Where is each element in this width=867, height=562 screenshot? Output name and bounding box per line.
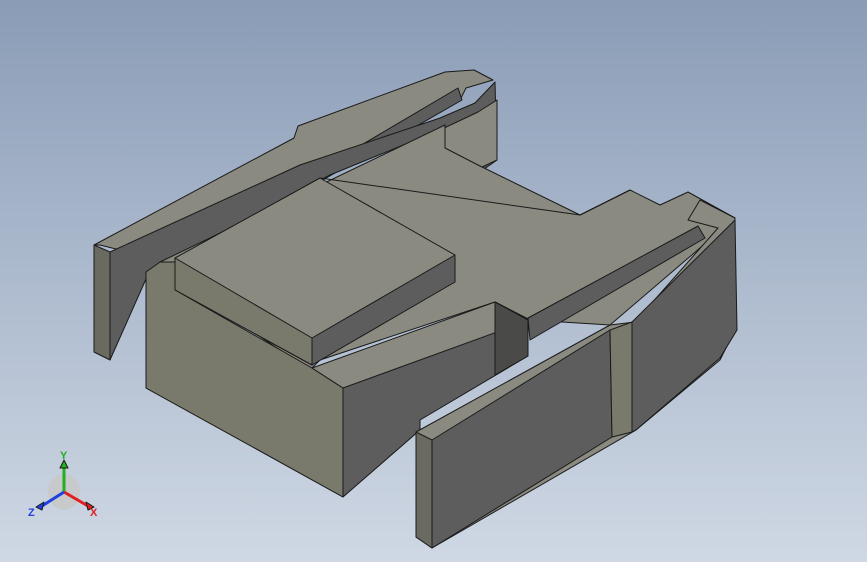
graphics-viewport[interactable]: Y X Z — [0, 0, 867, 562]
x-axis-label: X — [90, 507, 98, 519]
3d-model-view[interactable]: Y X Z — [0, 0, 867, 562]
z-axis-arrow — [35, 501, 45, 511]
y-axis-label: Y — [60, 450, 68, 462]
orientation-triad: Y X Z — [28, 450, 98, 519]
front-rail-mid-face[interactable] — [609, 321, 633, 438]
back-rail-end-face[interactable] — [93, 244, 111, 361]
z-axis-label: Z — [28, 507, 35, 519]
front-rail-left-cap[interactable] — [415, 431, 433, 549]
